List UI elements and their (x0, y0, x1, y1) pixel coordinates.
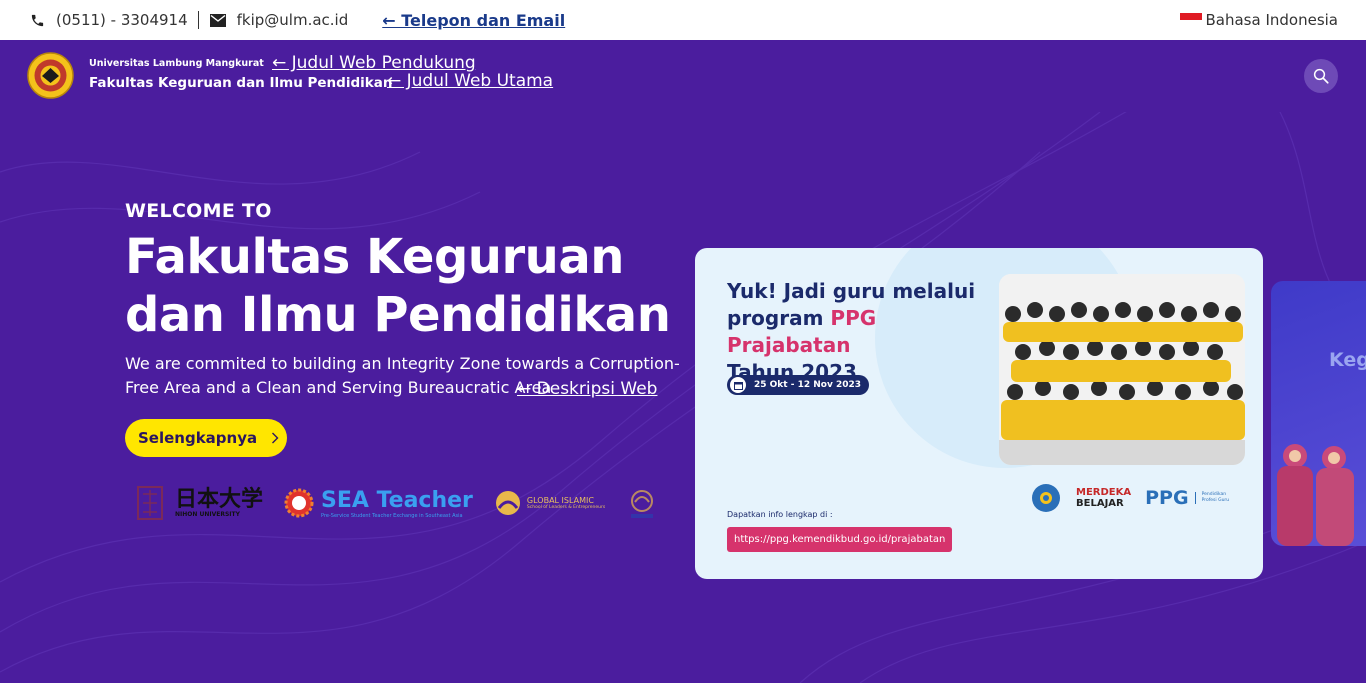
global-islamic-tagline: School of Leaders & Entrepreneurs (526, 505, 606, 510)
faculty-name: Fakultas Keguruan dan Ilmu Pendidikan (89, 75, 393, 91)
more-button[interactable]: Selengkapnya (125, 419, 287, 457)
annotation-phone-email: ← Telepon dan Email (382, 10, 566, 30)
chevron-right-icon (271, 432, 279, 444)
annotation-description: ← Deskripsi Web (517, 379, 658, 399)
phone-number[interactable]: (0511) - 3304914 (56, 11, 188, 29)
hero-title: Fakultas Keguruan dan Ilmu Pendidikan (125, 228, 685, 344)
hero-section: WELCOME TO Fakultas Keguruan dan Ilmu Pe… (125, 200, 685, 457)
language-selector[interactable]: Bahasa Indonesia (1179, 11, 1339, 29)
mail-icon (209, 11, 227, 29)
ppg-subtitle: Pendidikan Profesi Guru (1194, 492, 1235, 504)
promo-slide-card[interactable]: Yuk! Jadi guru melalui program PPG Praja… (695, 248, 1263, 579)
students-group-photo (999, 274, 1245, 465)
university-logo[interactable] (27, 52, 74, 99)
welcome-label: WELCOME TO (125, 200, 272, 222)
info-label: Dapatkan info lengkap di : (727, 510, 833, 519)
sea-teacher-tagline: Pre-Service Student Teacher Exchange in … (321, 512, 463, 519)
belajar-label: BELAJAR (1076, 498, 1124, 509)
partner-seameo[interactable]: SEA Teacher Pre-Service Student Teacher … (283, 487, 473, 519)
ppg-url-link[interactable]: https://ppg.kemendikbud.go.id/prajabatan (727, 527, 953, 552)
seameo-gear-icon (284, 488, 314, 518)
search-icon (1313, 68, 1329, 84)
kemdikbud-logo-icon (1032, 484, 1060, 512)
partner-nihon-university[interactable]: 日本大学 NIHON UNIVERSITY (135, 484, 263, 522)
partner-global-islamic[interactable]: GLOBAL ISLAMIC School of Leaders & Entre… (493, 488, 605, 518)
sponsor-logos: MERDEKA BELAJAR PPG Pendidikan Profesi G… (1032, 484, 1235, 512)
nihon-crest-icon (137, 486, 163, 520)
date-range: 25 Okt - 12 Nov 2023 (754, 380, 862, 390)
partner-circle-logo-icon (631, 490, 654, 518)
merdeka-label: MERDEKA (1076, 487, 1132, 498)
partner-logo-partial[interactable] (625, 486, 659, 520)
hero-title-line-2: dan Ilmu Pendidikan (125, 287, 671, 343)
merdeka-belajar-logo: MERDEKA BELAJAR (1076, 487, 1131, 509)
ppg-logo: PPG (1145, 487, 1189, 509)
slide-headline: Yuk! Jadi guru melalui program PPG Praja… (727, 278, 997, 386)
global-islamic-emblem-icon (495, 491, 520, 515)
indonesia-flag-icon (1179, 13, 1202, 27)
next-slide-text: Keg (1329, 349, 1366, 371)
nihon-university-kanji: 日本大学 (175, 486, 264, 512)
site-header: Universitas Lambung Mangkurat Fakultas K… (0, 40, 1366, 112)
hero-title-line-1: Fakultas Keguruan (125, 229, 624, 285)
sea-teacher-name: SEA Teacher (321, 487, 473, 513)
date-badge: 25 Okt - 12 Nov 2023 (727, 375, 870, 395)
language-label: Bahasa Indonesia (1205, 11, 1339, 29)
top-contact-bar: (0511) - 3304914 fkip@ulm.ac.id ← Telepo… (0, 0, 1366, 40)
email-address[interactable]: fkip@ulm.ac.id (237, 11, 349, 29)
global-islamic-name: GLOBAL ISLAMIC (526, 496, 594, 505)
partner-logos: 日本大学 NIHON UNIVERSITY SEA Teacher Pre-Se… (135, 480, 665, 526)
more-button-label: Selengkapnya (138, 429, 258, 447)
divider (197, 11, 199, 29)
calendar-icon (730, 377, 746, 393)
next-slide-photo (1277, 444, 1354, 546)
nihon-university-name: NIHON UNIVERSITY (175, 510, 240, 518)
search-button[interactable] (1304, 59, 1338, 93)
annotation-support-title: ← Judul Web Pendukung (272, 53, 476, 73)
phone-icon (28, 11, 46, 29)
annotation-main-title: ← Judul Web Utama (387, 71, 554, 91)
next-slide-card[interactable]: Keg (1271, 281, 1366, 546)
